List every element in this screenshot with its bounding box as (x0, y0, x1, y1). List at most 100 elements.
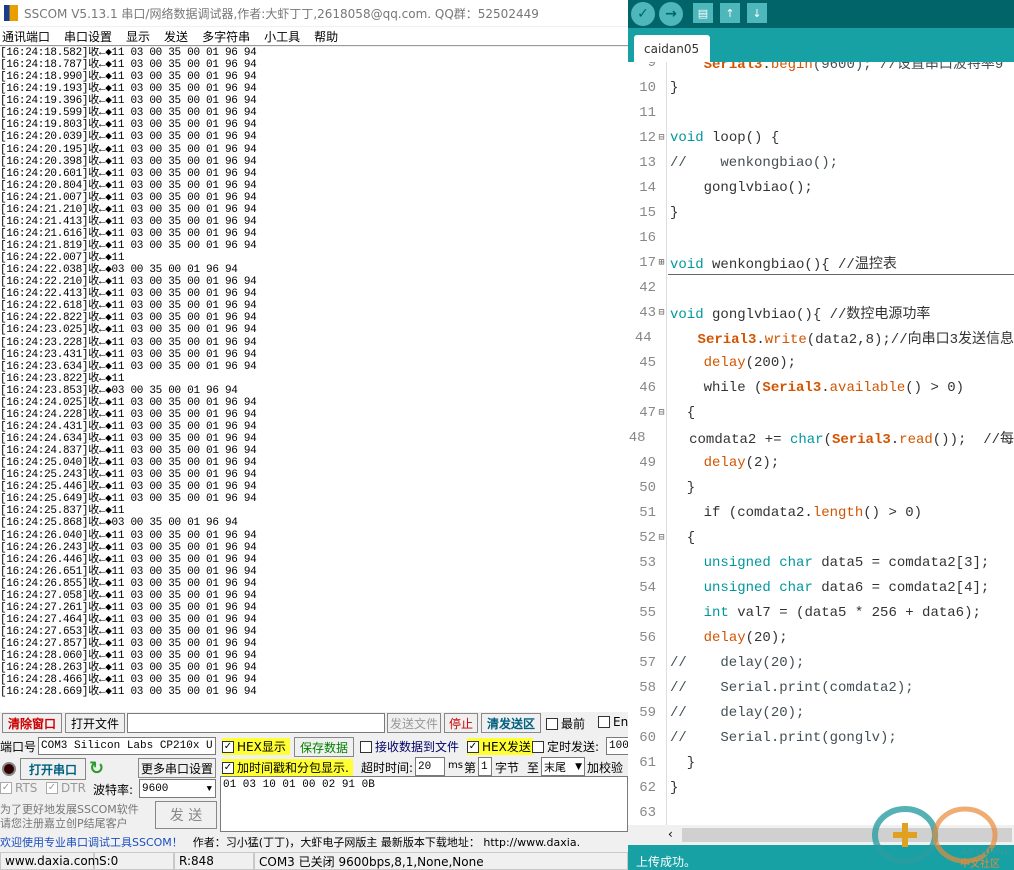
code-line: 53 unsigned char data5 = comdata2[3]; (628, 550, 1014, 575)
save-data-button[interactable]: 保存数据 (294, 737, 354, 757)
line-number: 43 (639, 304, 656, 321)
send-button[interactable]: 发 送 (155, 801, 217, 829)
timestamp-checkbox[interactable]: ✓ 加时间戳和分包显示. (222, 759, 353, 776)
port-select[interactable]: COM3 Silicon Labs CP210x U▼ (38, 737, 216, 755)
code-line: 46 while (Serial3.available() > 0) (628, 375, 1014, 400)
code-line: 48 comdata2 += char(Serial3.read()); //每 (628, 429, 1014, 448)
menu-item-5[interactable]: 小工具 (264, 28, 300, 45)
line-number: 50 (639, 479, 656, 496)
line-number: 54 (639, 579, 656, 596)
fold-toggle-icon[interactable]: ⊟ (656, 532, 667, 544)
marquee-author: 作者：习小猛(丁丁)，大虾电子网版主 最新版本下载地址： http://www.… (192, 836, 581, 849)
line-number: 14 (639, 179, 656, 196)
dtr-checkbox[interactable]: ✓ DTR (46, 781, 86, 795)
code-line: 45 delay(200); (628, 350, 1014, 375)
open-port-button[interactable]: 打开串口 (20, 758, 86, 780)
sscom-window: SSCOM V5.13.1 串口/网络数据调试器,作者:大虾丁丁,2618058… (0, 0, 630, 870)
code-line: 9 Serial3.begin(9600); //设置串口波特率9 (628, 62, 1014, 75)
recv-to-file-checkbox[interactable]: 接收数据到文件 (360, 738, 459, 755)
upload-icon[interactable]: → (659, 2, 683, 26)
log-line: [16:24:23.228]收←◆11 03 00 35 00 01 96 94 (0, 336, 257, 349)
line-number: 51 (639, 504, 656, 521)
clear-send-button[interactable]: 清发送区 (481, 713, 541, 733)
hex-display-checkbox[interactable]: ✓ HEX显示 (222, 738, 290, 755)
timed-send-checkbox[interactable]: 定时发送: (532, 738, 599, 755)
verify-icon[interactable]: ✓ (631, 2, 655, 26)
open-icon[interactable]: ↑ (720, 3, 740, 23)
timeout-input[interactable]: 20 (415, 757, 445, 776)
log-line: [16:24:27.857]收←◆11 03 00 35 00 01 96 94 (0, 638, 257, 651)
line-number: 16 (639, 229, 656, 246)
code-line: 44 Serial3.write(data2,8);//向串口3发送信息 (628, 325, 1014, 350)
log-line: [16:24:19.193]收←◆11 03 00 35 00 01 96 94 (0, 83, 257, 96)
hex-send-checkbox[interactable]: ✓ HEX发送 (467, 738, 533, 755)
menu-item-1[interactable]: 串口设置 (64, 28, 112, 45)
title-bar: SSCOM V5.13.1 串口/网络数据调试器,作者:大虾丁丁,2618058… (0, 0, 628, 26)
to-select[interactable]: 末尾 ▼ (541, 757, 585, 776)
baud-select[interactable]: 9600 ▼ (139, 779, 216, 798)
byte-from-input[interactable]: 1 (478, 757, 492, 776)
code-line: 56 delay(20); (628, 625, 1014, 650)
receive-log[interactable]: [16:24:18.582]收←◆11 03 00 35 00 01 96 94… (0, 47, 628, 712)
menu-item-3[interactable]: 发送 (164, 28, 188, 45)
app-logo-icon (4, 5, 18, 21)
status-received: R:848 (174, 852, 254, 870)
line-number: 60 (639, 729, 656, 746)
timed-interval-input[interactable]: 100 (606, 737, 630, 755)
code-line: 55 int val7 = (data5 * 256 + data6); (628, 600, 1014, 625)
log-line: [16:24:25.837]收←◆11 (0, 505, 125, 518)
log-line: [16:24:26.040]收←◆11 03 00 35 00 01 96 94 (0, 529, 257, 542)
refresh-icon[interactable]: ↻ (89, 758, 104, 779)
more-settings-button[interactable]: 更多串口设置 (138, 758, 216, 778)
window-title: SSCOM V5.13.1 串口/网络数据调试器,作者:大虾丁丁,2618058… (24, 6, 539, 21)
log-line: [16:24:20.195]收←◆11 03 00 35 00 01 96 94 (0, 143, 257, 156)
log-line: [16:24:21.210]收←◆11 03 00 35 00 01 96 94 (0, 203, 257, 216)
code-line: 58// Serial.print(comdata2); (628, 675, 1014, 700)
log-line: [16:24:21.413]收←◆11 03 00 35 00 01 96 94 (0, 215, 257, 228)
open-file-button[interactable]: 打开文件 (65, 713, 125, 733)
code-line: 15} (628, 200, 1014, 225)
fold-toggle-icon[interactable]: ⊟ (656, 132, 667, 144)
log-line: [16:24:25.243]收←◆11 03 00 35 00 01 96 94 (0, 469, 257, 482)
en-checkbox[interactable]: En (598, 715, 628, 729)
fold-toggle-icon[interactable]: ⊞ (656, 257, 667, 269)
fold-toggle-icon[interactable]: ⊟ (656, 407, 667, 419)
new-file-icon[interactable]: ▤ (693, 3, 713, 23)
tab-caidan05[interactable]: caidan05 (634, 35, 710, 62)
log-line: [16:24:21.819]收←◆11 03 00 35 00 01 96 94 (0, 240, 257, 252)
code-editor[interactable]: 9 Serial3.begin(9600); //设置串口波特率9 10} 11 12… (628, 62, 1014, 825)
log-line: [16:24:26.243]收←◆11 03 00 35 00 01 96 94 (0, 541, 257, 554)
code-line: 13// wenkongbiao(); (628, 150, 1014, 175)
fold-toggle-icon[interactable]: ⊟ (656, 307, 667, 319)
line-number: 47 (639, 404, 656, 421)
log-line: [16:24:22.038]收←◆03 00 35 00 01 96 94 (0, 264, 238, 277)
menu-item-2[interactable]: 显示 (126, 28, 150, 45)
send-textarea[interactable]: 01 03 10 01 00 02 91 0B (220, 776, 628, 832)
menu-item-0[interactable]: 通讯端口 (2, 28, 50, 45)
svg-text:ARDUINO: ARDUINO (960, 847, 1010, 858)
menu-item-4[interactable]: 多字符串 (202, 28, 250, 45)
code-line: 11 (628, 100, 1014, 125)
clear-window-button[interactable]: 清除窗口 (2, 713, 62, 733)
send-file-button[interactable]: 发送文件 (387, 713, 441, 733)
line-number: 49 (639, 454, 656, 471)
checksum-label[interactable]: 加校验 (587, 759, 623, 776)
file-path-input[interactable] (127, 713, 385, 733)
line-number: 63 (639, 804, 656, 821)
code-line: 52 ⊟ { (628, 525, 1014, 550)
rts-checkbox[interactable]: ✓ RTS (0, 781, 37, 795)
code-line: 43 ⊟ void gonglvbiao(){ //数控电源功率 (628, 300, 1014, 325)
status-bar: www.daxia.com S:0 R:848 COM3 已关闭 9600bps… (0, 852, 628, 870)
line-number: 42 (639, 279, 656, 296)
log-line: [16:24:18.787]收←◆11 03 00 35 00 01 96 94 (0, 59, 257, 72)
menu-item-6[interactable]: 帮助 (314, 28, 338, 45)
log-line: [16:24:22.210]收←◆11 03 00 35 00 01 96 94 (0, 276, 257, 289)
log-line: [16:24:24.837]收←◆11 03 00 35 00 01 96 94 (0, 445, 257, 458)
log-line: [16:24:23.822]收←◆11 (0, 372, 125, 385)
log-line: [16:24:22.007]收←◆11 (0, 252, 125, 265)
stop-button[interactable]: 停止 (444, 713, 478, 733)
marquee-welcome: 欢迎使用专业串口调试工具SSCOM！ (0, 836, 183, 849)
topmost-checkbox[interactable]: 最前 (546, 715, 585, 732)
status-site: www.daxia.com (0, 852, 99, 870)
save-icon[interactable]: ↓ (747, 3, 767, 23)
